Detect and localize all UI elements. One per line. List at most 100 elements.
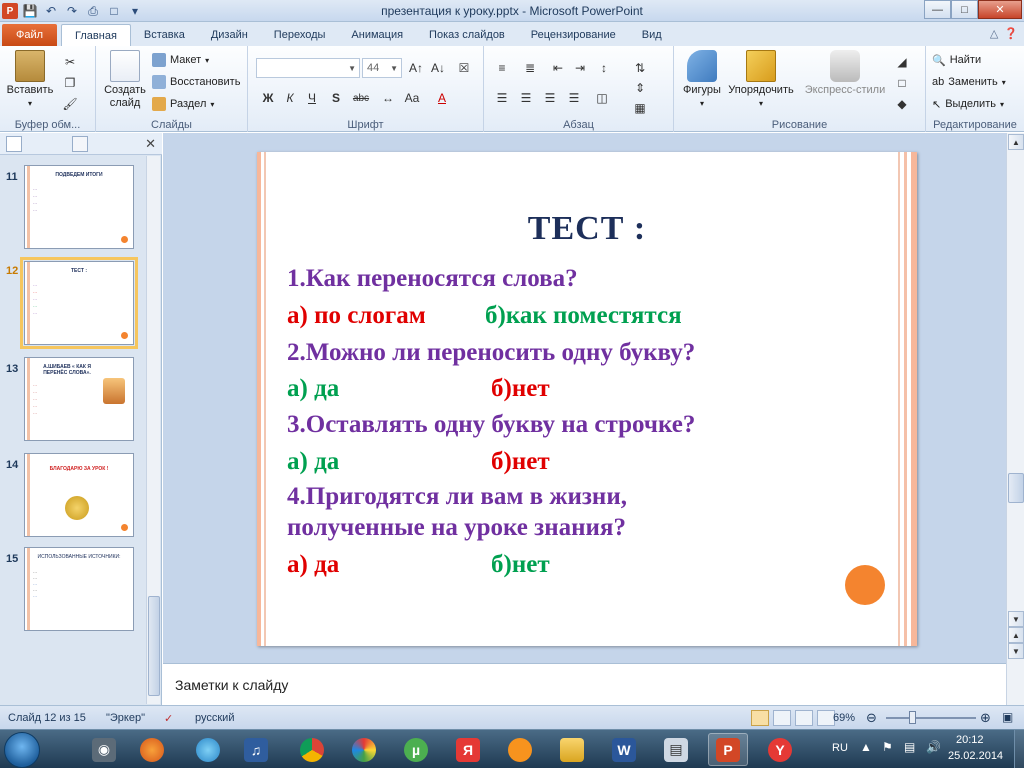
shape-fill-icon[interactable]: ◢ — [892, 52, 912, 72]
tab-insert[interactable]: Вставка — [131, 24, 198, 46]
align-center-icon[interactable]: ☰ — [516, 88, 536, 108]
smartart-icon[interactable]: ▦ — [630, 98, 650, 118]
tab-animation[interactable]: Анимация — [338, 24, 416, 46]
align-text-icon[interactable]: ⇕ — [630, 78, 650, 98]
shape-outline-icon[interactable]: □ — [892, 73, 912, 93]
new-slide-button[interactable]: Создать слайд — [100, 50, 150, 110]
text-direction-icon[interactable]: ⇅ — [630, 58, 650, 78]
replace-button[interactable]: ab Заменить ▾ — [932, 73, 1006, 91]
cut-icon[interactable]: ✂ — [60, 52, 80, 72]
odnoklassniki-icon[interactable] — [500, 733, 540, 766]
spellcheck-icon[interactable]: ✓ — [164, 712, 173, 725]
language-indicator-tray[interactable]: RU — [832, 742, 848, 754]
tab-transitions[interactable]: Переходы — [261, 24, 339, 46]
copy-icon[interactable]: ❐ — [60, 73, 80, 93]
zoom-in-icon[interactable]: ⊕ — [980, 710, 991, 726]
font-size-combo[interactable]: 44 ▼ — [362, 58, 402, 78]
minimize-button[interactable]: — — [924, 0, 951, 19]
tab-slideshow[interactable]: Показ слайдов — [416, 24, 518, 46]
reading-view-button[interactable] — [795, 710, 813, 726]
slide-thumbnail-14[interactable]: БЛАГОДАРЮ ЗА УРОК ! — [24, 453, 134, 537]
start-button[interactable] — [4, 732, 40, 768]
slides-panel-scrollbar[interactable] — [146, 156, 160, 704]
paste-button[interactable]: Вставить ▾ — [6, 50, 54, 110]
scroll-down-icon[interactable]: ▼ — [1008, 611, 1024, 627]
minimize-ribbon-icon[interactable]: △ — [990, 27, 998, 40]
utorrent-icon[interactable]: µ — [396, 733, 436, 766]
slide-sorter-view-button[interactable] — [773, 710, 791, 726]
align-left-icon[interactable]: ☰ — [492, 88, 512, 108]
shape-effects-icon[interactable]: ◆ — [892, 94, 912, 114]
tab-slides-thumbnails[interactable] — [6, 136, 22, 152]
powerpoint-taskbar-icon[interactable]: P — [708, 733, 748, 766]
scrollbar-thumb[interactable] — [148, 596, 160, 696]
slide-title[interactable]: ТЕСТ : — [257, 210, 917, 248]
language-indicator[interactable]: русский — [195, 712, 234, 724]
fit-to-window-icon[interactable]: ▣ — [1002, 710, 1013, 724]
firefox-icon[interactable] — [132, 733, 172, 766]
grow-font-icon[interactable]: A↑ — [406, 58, 426, 78]
yandex-icon[interactable]: Я — [448, 733, 488, 766]
section-button[interactable]: Раздел ▾ — [152, 95, 214, 113]
tab-view[interactable]: Вид — [629, 24, 675, 46]
zoom-level[interactable]: 69% — [833, 712, 855, 724]
tab-design[interactable]: Дизайн — [198, 24, 261, 46]
theme-name[interactable]: "Эркер" — [106, 712, 145, 724]
slide-thumbnail-12[interactable]: ТЕСТ : ··· ··· ··· ··· ··· — [20, 257, 138, 349]
network-app-icon[interactable] — [188, 733, 228, 766]
format-painter-icon[interactable]: 🖌 — [60, 94, 80, 114]
strikethrough-button[interactable]: abc — [348, 88, 374, 108]
previous-slide-icon[interactable]: ▲ — [1008, 627, 1024, 643]
slide-vertical-scrollbar[interactable]: ▲ ▼ ▲ ▼ — [1006, 133, 1024, 663]
italic-button[interactable]: К — [280, 88, 300, 108]
underline-button[interactable]: Ч — [302, 88, 322, 108]
align-right-icon[interactable]: ☰ — [540, 88, 560, 108]
slide-thumbnail-15[interactable]: ИСПОЛЬЗОВАННЫЕ ИСТОЧНИКИ: ··· ··· ··· ··· ··… — [24, 547, 134, 631]
shrink-font-icon[interactable]: A↓ — [428, 58, 448, 78]
colorful-app-icon[interactable] — [344, 733, 384, 766]
reset-button[interactable]: Восстановить — [152, 73, 240, 91]
font-name-combo[interactable]: ▼ — [256, 58, 360, 78]
shapes-button[interactable]: Фигуры ▾ — [678, 50, 726, 110]
increase-indent-icon[interactable]: ⇥ — [570, 58, 590, 78]
tab-home[interactable]: Главная — [61, 24, 131, 46]
scrollbar-thumb[interactable] — [1008, 473, 1024, 503]
tab-file[interactable]: Файл — [2, 24, 58, 46]
document-app-icon[interactable]: ▤ — [656, 733, 696, 766]
zoom-slider-knob[interactable] — [909, 711, 916, 724]
next-slide-icon[interactable]: ▼ — [1008, 643, 1024, 659]
change-case-icon[interactable]: Aa — [402, 88, 422, 108]
slide-thumbnail-11[interactable]: ПОДВЕДЕМ ИТОГИ ··· ··· ··· ··· — [24, 165, 134, 249]
justify-icon[interactable]: ☰ — [564, 88, 584, 108]
zoom-slider[interactable] — [886, 717, 976, 719]
media-app-icon[interactable]: ◉ — [84, 733, 124, 766]
columns-icon[interactable]: ◫ — [592, 88, 612, 108]
maximize-button[interactable]: □ — [951, 0, 978, 19]
layout-button[interactable]: Макет ▾ — [152, 51, 209, 69]
volume-icon[interactable]: 🔊 — [926, 740, 941, 754]
slide-thumbnail-13[interactable]: А.ШИБАЕВ « КАК Я ПЕРЕНЁС СЛОВА». ··· ··· ·… — [24, 357, 134, 441]
clock-date[interactable]: 25.02.2014 — [948, 750, 1003, 762]
slide-canvas[interactable]: ТЕСТ : 1.Как переносятся слова? а) по сл… — [257, 152, 917, 646]
normal-view-button[interactable] — [751, 710, 769, 726]
select-button[interactable]: ↖ Выделить ▾ — [932, 95, 1004, 113]
character-spacing-icon[interactable]: ↔ — [378, 88, 398, 108]
clock-time[interactable]: 20:12 — [956, 734, 984, 746]
clear-formatting-icon[interactable]: ☒ — [454, 58, 474, 78]
bullets-icon[interactable]: ≡ — [492, 58, 512, 78]
file-explorer-icon[interactable] — [552, 733, 592, 766]
flag-icon[interactable]: ⚑ — [882, 740, 893, 754]
tab-outline[interactable] — [72, 136, 88, 152]
quick-styles-button[interactable]: Экспресс-стили — [800, 50, 890, 97]
notes-scrollbar[interactable] — [1006, 663, 1024, 705]
close-icon[interactable]: ✕ — [145, 136, 156, 152]
shadow-icon[interactable]: S — [326, 88, 346, 108]
help-icon[interactable]: ❓ — [1004, 27, 1018, 40]
show-desktop-button[interactable] — [1014, 730, 1024, 768]
bold-button[interactable]: Ж — [258, 88, 278, 108]
tray-arrow-icon[interactable]: ▲ — [860, 740, 872, 754]
scroll-up-icon[interactable]: ▲ — [1008, 134, 1024, 150]
word-icon[interactable]: W — [604, 733, 644, 766]
line-spacing-icon[interactable]: ↕ — [594, 58, 614, 78]
zoom-out-icon[interactable]: ⊖ — [866, 710, 877, 726]
